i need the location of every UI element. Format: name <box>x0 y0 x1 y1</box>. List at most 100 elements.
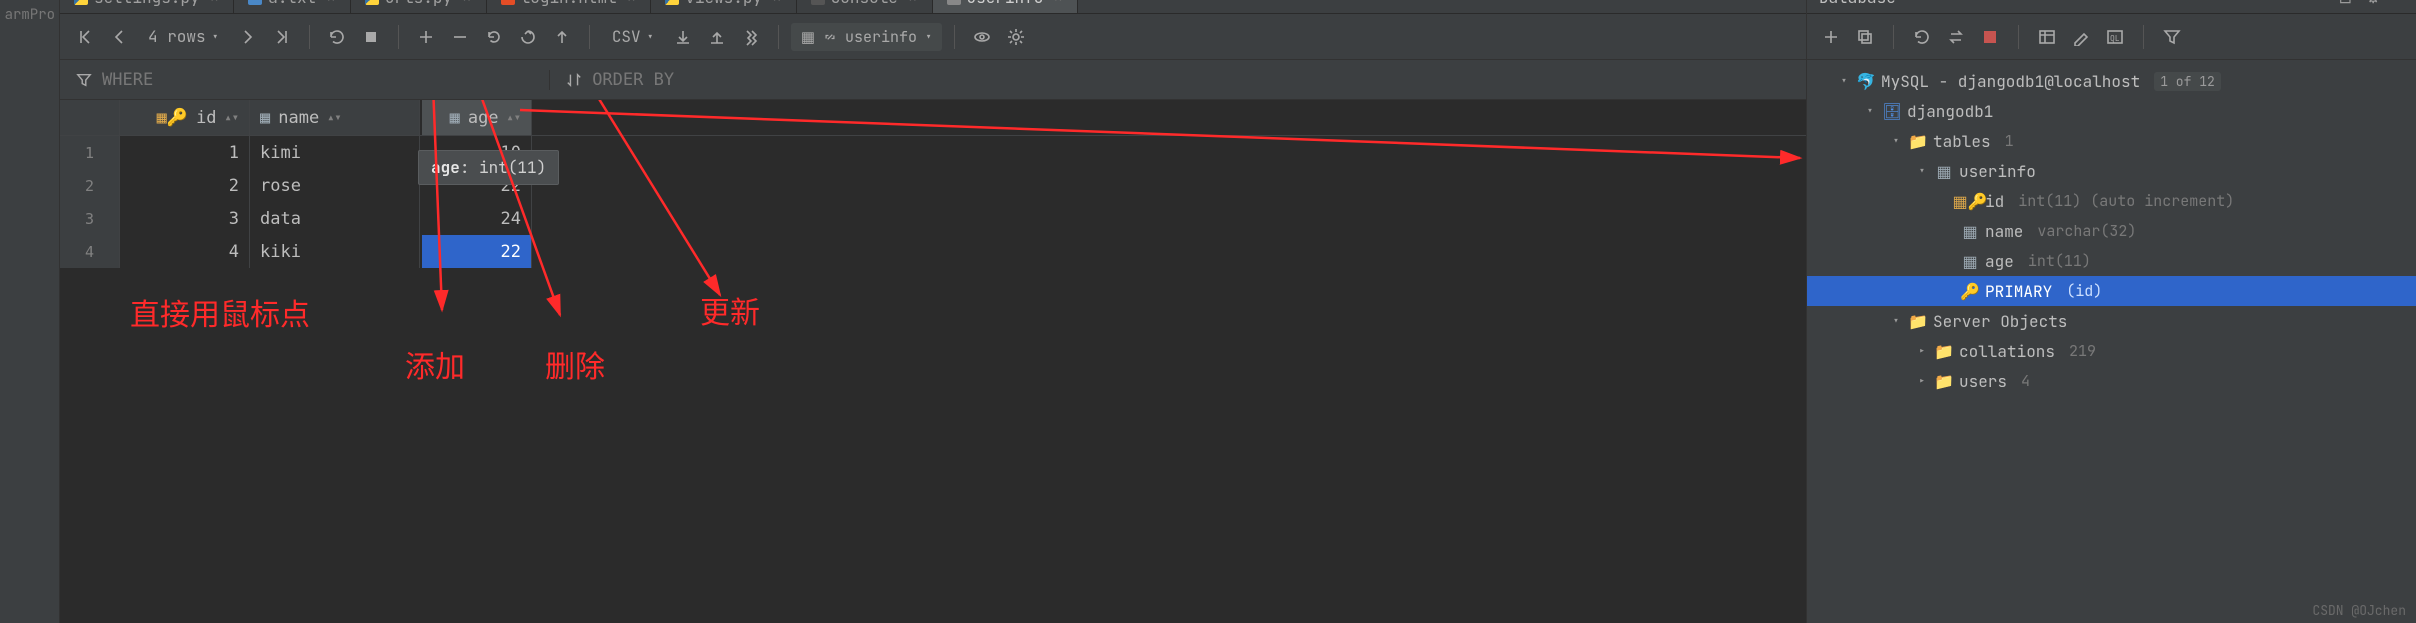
data-grid-toolbar: 4 rows ▾ CSV ▾ ▦ userinfo ▾ <box>60 14 1806 60</box>
chevron-down-icon[interactable]: ▾ <box>1915 163 1929 179</box>
cell-name[interactable]: rose <box>250 169 420 202</box>
chevron-down-icon[interactable]: ▾ <box>1889 313 1903 329</box>
close-icon[interactable]: × <box>908 0 918 8</box>
submit-button[interactable] <box>547 22 577 52</box>
cell-id[interactable]: 2 <box>120 169 250 202</box>
edit-button[interactable] <box>2067 22 2095 52</box>
column-header-name[interactable]: ▦ name ▴▾ <box>250 100 420 135</box>
tree-table-userinfo[interactable]: ▾ ▦ userinfo <box>1807 156 2416 186</box>
stop-icon <box>1984 31 1996 43</box>
stop-button[interactable] <box>1976 22 2004 52</box>
cell-id[interactable]: 3 <box>120 202 250 235</box>
close-icon[interactable]: × <box>462 0 472 8</box>
close-icon[interactable]: × <box>1053 0 1063 8</box>
tab-console[interactable]: console× <box>797 0 933 14</box>
console-button[interactable]: QL <box>2101 22 2129 52</box>
tree-datasource[interactable]: ▾ 🐬 MySQL - djangodb1@localhost 1 of 12 <box>1807 66 2416 96</box>
annotation-update: 更新 <box>700 288 760 332</box>
cell-name[interactable]: kiki <box>250 235 420 268</box>
where-clause-input[interactable]: WHERE <box>60 70 169 90</box>
transaction-button[interactable] <box>513 22 543 52</box>
chevron-right-icon[interactable]: ▸ <box>1915 373 1929 389</box>
reload-button[interactable] <box>322 22 352 52</box>
prev-page-button[interactable] <box>104 22 134 52</box>
first-page-button[interactable] <box>70 22 100 52</box>
python-icon <box>365 0 379 5</box>
next-page-button[interactable] <box>233 22 263 52</box>
row-number: 4 <box>60 235 120 268</box>
close-icon[interactable]: × <box>627 0 637 8</box>
view-button[interactable] <box>967 22 997 52</box>
column-header-id[interactable]: ▦🔑 id ▴▾ <box>120 100 250 135</box>
tree-server-objects[interactable]: ▾ 📁 Server Objects <box>1807 306 2416 336</box>
tab-urls-py[interactable]: urls.py× <box>351 0 487 14</box>
table-row[interactable]: 3 3 data 24 <box>60 202 1806 235</box>
last-page-button[interactable] <box>267 22 297 52</box>
database-panel-header[interactable]: Database ⊟ ⚙ — <box>1807 0 2416 14</box>
filter-button[interactable] <box>2158 22 2186 52</box>
tree-column-age[interactable]: ▦ age int(11) <box>1807 246 2416 276</box>
cell-name[interactable]: kimi <box>250 136 420 169</box>
add-row-button[interactable] <box>411 22 441 52</box>
cell-name[interactable]: data <box>250 202 420 235</box>
remove-row-button[interactable] <box>445 22 475 52</box>
tree-tables-folder[interactable]: ▾ 📁 tables 1 <box>1807 126 2416 156</box>
hide-icon[interactable]: — <box>2394 0 2404 8</box>
gear-icon[interactable]: ⚙ <box>2366 0 2380 8</box>
stop-button[interactable] <box>356 22 386 52</box>
close-icon[interactable]: × <box>772 0 782 8</box>
sort-icon[interactable]: ▴▾ <box>327 114 341 121</box>
chevron-down-icon[interactable]: ▾ <box>1837 73 1851 89</box>
chevron-down-icon[interactable]: ▾ <box>1889 133 1903 149</box>
table-view-button[interactable] <box>2033 22 2061 52</box>
sort-icon[interactable]: ▴▾ <box>225 114 239 121</box>
chevron-right-icon[interactable]: ▸ <box>1915 343 1929 359</box>
table-icon <box>947 0 961 5</box>
add-datasource-button[interactable] <box>1817 22 1845 52</box>
table-row[interactable]: 2 2 rose 22 <box>60 169 1806 202</box>
database-panel: Database ⊟ ⚙ — QL ▾ 🐬 MySQL <box>1806 0 2416 623</box>
tab-views-py[interactable]: views.py× <box>651 0 796 14</box>
import-button[interactable] <box>702 22 732 52</box>
column-header-age[interactable]: ▦ age ▴▾ <box>422 100 532 135</box>
export-format-dropdown[interactable]: CSV ▾ <box>602 26 664 47</box>
row-count-dropdown[interactable]: 4 rows ▾ <box>138 26 229 47</box>
cell-age[interactable]: 22 <box>422 235 532 268</box>
tree-users[interactable]: ▸ 📁 users 4 <box>1807 366 2416 396</box>
cell-id[interactable]: 1 <box>120 136 250 169</box>
sort-icon <box>566 72 582 88</box>
copy-button[interactable] <box>736 22 766 52</box>
project-tool-gutter[interactable]: armPro <box>0 0 60 623</box>
tab-login-html[interactable]: login.html× <box>487 0 652 14</box>
table-icon: ▦ <box>801 27 815 47</box>
tree-primary-key[interactable]: 🔑 PRIMARY (id) <box>1807 276 2416 306</box>
collapse-icon[interactable]: ⊟ <box>2339 0 2352 8</box>
tree-schema[interactable]: ▾ 🗄 djangodb1 <box>1807 96 2416 126</box>
refresh-button[interactable] <box>1908 22 1936 52</box>
key-icon: ▦🔑 <box>1961 191 1979 212</box>
settings-button[interactable] <box>1001 22 1031 52</box>
export-button[interactable] <box>668 22 698 52</box>
table-row[interactable]: 4 4 kiki 22 <box>60 235 1806 268</box>
close-icon[interactable]: × <box>326 0 336 8</box>
link-icon <box>823 30 837 44</box>
table-chip[interactable]: ▦ userinfo ▾ <box>791 23 942 51</box>
tab-userinfo[interactable]: userinfo× <box>933 0 1078 14</box>
tree-column-name[interactable]: ▦ name varchar(32) <box>1807 216 2416 246</box>
sync-button[interactable] <box>1942 22 1970 52</box>
order-by-input[interactable]: ORDER BY <box>549 70 690 90</box>
table-row[interactable]: 1 1 kimi 10 <box>60 136 1806 169</box>
cell-age[interactable]: 24 <box>422 202 532 235</box>
chevron-down-icon[interactable]: ▾ <box>1863 103 1877 119</box>
tree-collations[interactable]: ▸ 📁 collations 219 <box>1807 336 2416 366</box>
count-badge: 1 of 12 <box>2154 72 2221 91</box>
duplicate-button[interactable] <box>1851 22 1879 52</box>
tree-column-id[interactable]: ▦🔑 id int(11) (auto increment) <box>1807 186 2416 216</box>
tab-settings-py[interactable]: settings.py× <box>60 0 234 14</box>
close-icon[interactable]: × <box>210 0 220 8</box>
sort-icon[interactable]: ▴▾ <box>507 114 521 121</box>
cell-id[interactable]: 4 <box>120 235 250 268</box>
revert-button[interactable] <box>479 22 509 52</box>
mysql-icon: 🐬 <box>1857 71 1875 92</box>
tab-a-txt[interactable]: a.txt× <box>234 0 351 14</box>
